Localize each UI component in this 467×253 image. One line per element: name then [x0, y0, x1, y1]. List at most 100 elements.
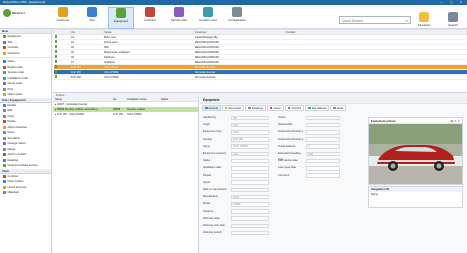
ribbon-button-customer[interactable]: Customer	[50, 7, 76, 29]
field-input[interactable]	[231, 230, 269, 236]
sidebar-item-customer[interactable]: Customer	[0, 51, 51, 57]
field-input[interactable]: Cars	[231, 151, 269, 157]
search-icon[interactable]: ⌕	[406, 18, 408, 23]
ribbon-button-label: Contact point	[199, 18, 217, 22]
tree-column-header[interactable]: Status	[159, 97, 197, 101]
field-label: Manufacturer	[203, 195, 219, 199]
picture-toolbar-icons[interactable]: ▤ ✎ ✕	[450, 119, 460, 123]
tab-notes[interactable]: Notes	[330, 105, 347, 111]
ribbon-button-contact-point[interactable]: Contact point	[195, 7, 221, 29]
sidebar-item-icon	[3, 180, 6, 184]
sidebar-item-icon	[3, 103, 6, 107]
tree-column-header[interactable]: Installation name	[125, 97, 159, 101]
field-input[interactable]: P1800	[231, 202, 269, 207]
integration-name-label: Name	[371, 193, 378, 196]
sidebar-item-icon	[3, 65, 6, 69]
tab-label: General	[208, 106, 218, 110]
configuration-icon	[232, 7, 242, 17]
table-cell	[53, 74, 71, 80]
magnifier-icon	[448, 12, 458, 22]
sidebar-item-label: Materials	[7, 190, 19, 194]
field-input[interactable]: 0	[306, 144, 340, 149]
table-cell: FLD 150	[70, 74, 104, 80]
chevron-down-icon: ▾	[23, 10, 25, 15]
tab-site-address[interactable]: Site address	[305, 105, 330, 111]
field-input[interactable]	[306, 173, 340, 178]
tree-column-header[interactable]: No.	[111, 97, 125, 101]
form-field: Equipment category Cars	[203, 151, 269, 157]
field-input[interactable]: Volvo	[231, 130, 269, 135]
field-input[interactable]	[231, 216, 269, 221]
field-input[interactable]	[231, 158, 269, 164]
form-field: Installation date	[203, 165, 269, 171]
form-field: Equipment Type Volvo	[203, 129, 269, 135]
tab-readings[interactable]: Readings	[245, 105, 266, 111]
form-field: Model P1800	[203, 201, 269, 207]
quick-search-input[interactable]: Quick Search ⌕	[339, 16, 411, 24]
equipment-row-icon	[54, 45, 57, 48]
field-input[interactable]	[231, 166, 269, 171]
equipment-picture-panel: Equipment picture ▤ ✎ ✕	[368, 117, 463, 185]
field-input[interactable]	[306, 115, 340, 121]
ribbon-button-service-plan[interactable]: Service plan	[166, 7, 192, 29]
field-input[interactable]	[231, 173, 269, 178]
tab-general[interactable]: General	[202, 105, 221, 111]
sidebar-item-materials[interactable]: Materials	[0, 190, 51, 196]
ribbon-button-configuration[interactable]: Configuration	[224, 7, 250, 29]
field-input[interactable]: PO	[231, 115, 269, 121]
field-input[interactable]	[306, 122, 340, 128]
app-logo-icon	[3, 9, 11, 17]
field-input[interactable]: FLD 150	[231, 137, 269, 142]
tab-icon	[287, 106, 291, 110]
field-label: Preferred technician 2	[278, 137, 304, 141]
tab-icon	[308, 106, 311, 110]
ribbon-button-site[interactable]: Site	[79, 7, 105, 29]
table-body: 43 Main room Global Manager Øg 44 Focus room…	[53, 34, 467, 80]
tab-owner[interactable]: Owner	[266, 105, 284, 111]
field-input[interactable]	[231, 187, 269, 193]
sidebar-item-icon	[3, 136, 6, 140]
tab-documents[interactable]: Documents	[221, 105, 245, 111]
sidebar: New Equipment Site Contract Customer Order R…	[0, 29, 52, 253]
field-input[interactable]	[306, 158, 340, 164]
field-input[interactable]: Volvo	[231, 194, 269, 200]
star-icon	[419, 12, 429, 22]
field-label: Placed	[203, 173, 211, 177]
tab-contract[interactable]: Contract	[284, 105, 305, 111]
ribbon-button-label: Customer	[56, 18, 70, 22]
equipment-row-icon	[54, 65, 57, 68]
sidebar-actions-list: Order Repair order Service order Installati…	[0, 59, 51, 98]
field-label: Travel distance	[278, 144, 296, 148]
tree-column-header[interactable]: Name	[53, 97, 111, 101]
tree-node[interactable]: ▸ FLD 150 - Volvo P1800 FLD 150 Volvo P180…	[53, 112, 198, 117]
app-switcher[interactable]: Service ▾	[3, 9, 33, 23]
field-label: Responsible	[278, 123, 293, 127]
ribbon-button-contract[interactable]: Contract	[137, 7, 163, 29]
tab-label: Readings	[251, 106, 263, 110]
form-field: Preferred technician 2	[278, 137, 340, 143]
field-label: Owner	[278, 116, 286, 119]
field-input[interactable]: 0:00	[306, 151, 340, 157]
sidebar-item-icon	[3, 153, 6, 157]
table-row[interactable]: FLD 150 Volvo P1800 Normalia Inventar	[53, 74, 467, 80]
sidebar-item-icon	[3, 164, 6, 168]
field-label: Status	[203, 159, 211, 163]
form-field: Manufacturer Volvo	[203, 194, 269, 200]
field-input[interactable]	[306, 130, 340, 135]
sidebar-item-icon	[3, 51, 6, 55]
field-input[interactable]: Test	[231, 122, 269, 128]
field-input[interactable]	[231, 209, 269, 214]
field-label: Model	[203, 202, 211, 206]
sidebar-item-icon	[3, 40, 6, 44]
field-input[interactable]	[306, 137, 340, 142]
sidebar-item-icon	[3, 87, 6, 91]
field-input[interactable]	[306, 166, 340, 171]
field-label: Last service date	[278, 159, 298, 163]
detail-title: Equipment	[200, 97, 467, 104]
field-input[interactable]	[231, 180, 269, 185]
equipment-row-icon	[54, 50, 57, 53]
field-input[interactable]: Volvo P1800	[231, 144, 269, 149]
field-input[interactable]	[231, 223, 269, 229]
ribbon-button-equipment[interactable]: Equipment	[108, 7, 134, 29]
field-label: Warranty start date	[203, 224, 225, 227]
